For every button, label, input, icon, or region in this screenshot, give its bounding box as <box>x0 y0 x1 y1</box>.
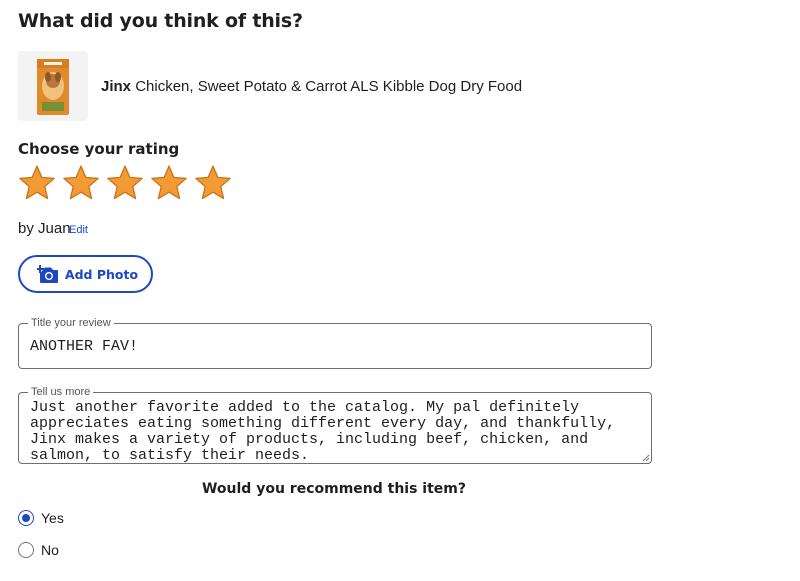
review-body-field[interactable]: Tell us more Just another favorite added… <box>18 387 652 464</box>
review-body-textarea[interactable]: Just another favorite added to the catal… <box>30 400 640 464</box>
product-thumbnail <box>18 51 88 121</box>
product-title: Chicken, Sweet Potato & Carrot ALS Kibbl… <box>135 78 523 95</box>
recommend-no-option[interactable]: No <box>18 542 59 558</box>
radio-yes[interactable] <box>18 510 34 526</box>
page-title: What did you think of this? <box>18 10 303 32</box>
star-icon[interactable] <box>18 164 56 202</box>
review-title-legend: Title your review <box>31 317 111 329</box>
review-body-legend: Tell us more <box>31 386 91 398</box>
camera-plus-icon <box>36 265 58 283</box>
recommend-yes-option[interactable]: Yes <box>18 510 64 526</box>
radio-no[interactable] <box>18 542 34 558</box>
recommend-question: Would you recommend this item? <box>201 481 467 497</box>
review-title-input[interactable]: ANOTHER FAV! <box>30 338 640 355</box>
resize-grip-icon[interactable] <box>642 454 650 462</box>
star-icon[interactable] <box>62 164 100 202</box>
star-icon[interactable] <box>194 164 232 202</box>
radio-yes-label: Yes <box>41 510 64 526</box>
add-photo-button[interactable]: Add Photo <box>18 255 153 293</box>
product-brand: Jinx <box>101 78 132 95</box>
product-name: Jinx Chicken, Sweet Potato & Carrot ALS … <box>101 78 522 95</box>
author-byline: by Juan <box>18 220 71 237</box>
star-rating[interactable] <box>18 164 232 202</box>
star-icon[interactable] <box>150 164 188 202</box>
review-title-field[interactable]: Title your review ANOTHER FAV! <box>18 318 652 369</box>
add-photo-label: Add Photo <box>64 266 139 282</box>
star-icon[interactable] <box>106 164 144 202</box>
edit-author-link[interactable]: Edit <box>69 224 88 236</box>
dog-food-bag-image <box>37 59 69 115</box>
rating-heading: Choose your rating <box>18 140 180 158</box>
radio-no-label: No <box>41 542 59 558</box>
